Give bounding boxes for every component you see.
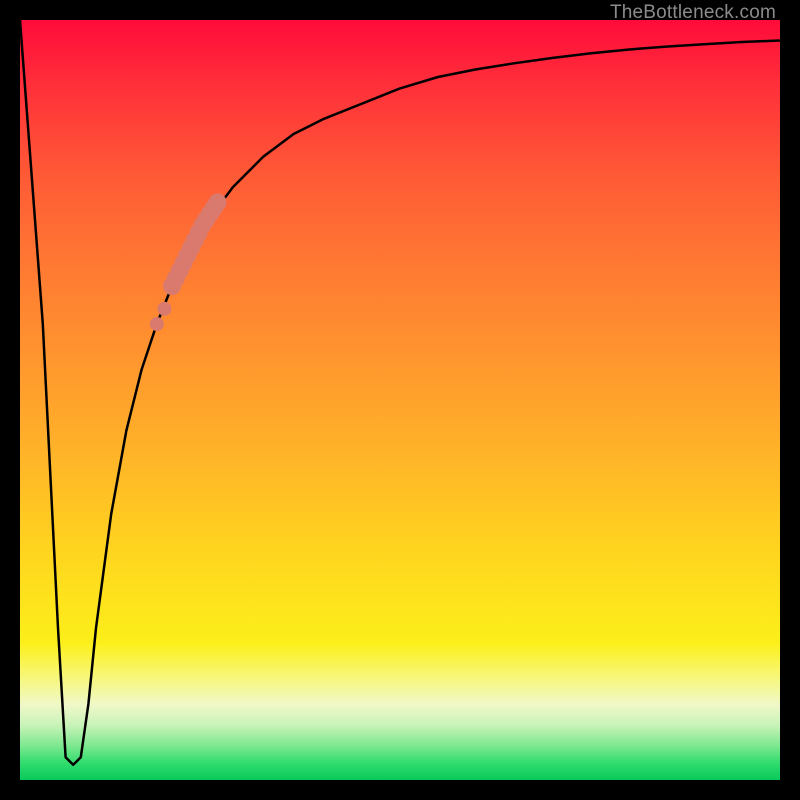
marker-dot xyxy=(150,317,164,331)
marker-pill-seg xyxy=(205,199,223,217)
watermark-text: TheBottleneck.com xyxy=(610,2,776,24)
plot-area xyxy=(20,20,780,780)
highlight-markers xyxy=(150,193,227,331)
bottleneck-curve xyxy=(20,20,780,765)
outer-frame: TheBottleneck.com xyxy=(0,0,800,800)
marker-dot xyxy=(157,302,171,316)
curve-layer xyxy=(20,20,780,780)
